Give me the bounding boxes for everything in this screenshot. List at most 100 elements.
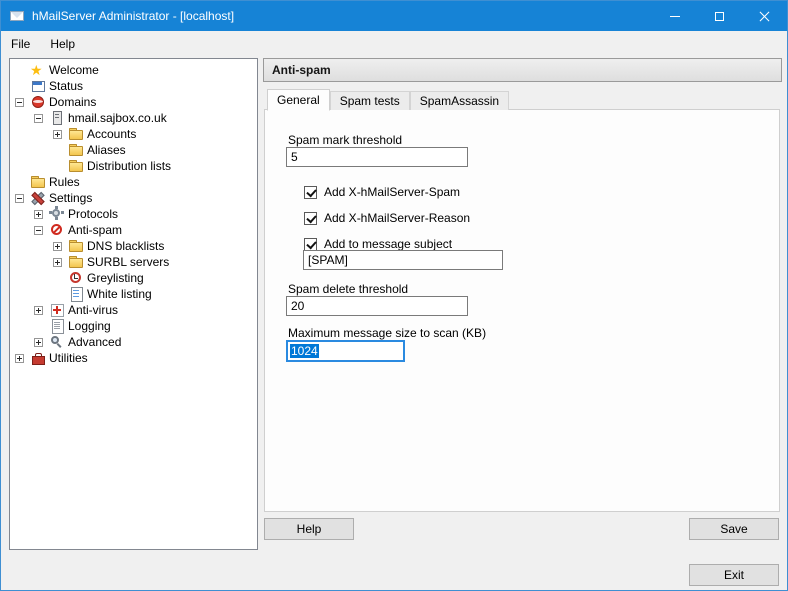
subject-text-input[interactable] (303, 250, 503, 270)
toolbox-icon (30, 350, 46, 366)
tree-expander-expand[interactable] (34, 337, 43, 347)
checkbox-checked-icon[interactable] (304, 185, 317, 199)
checkbox-label: Add X-hMailServer-Spam (324, 185, 461, 199)
sidebar-item-white-listing[interactable]: White listing (10, 286, 257, 302)
tree-expander-expand[interactable] (34, 305, 43, 315)
page-title: Anti-spam (272, 63, 331, 77)
tools-icon (30, 190, 46, 206)
window-title: hMailServer Administrator - [localhost] (32, 9, 235, 23)
magnifier-icon (49, 334, 65, 350)
sidebar-item-label: Distribution lists (87, 159, 172, 173)
minimize-icon (669, 15, 680, 17)
tab-content-panel: Spam mark threshold Add X-hMailServer-Sp… (264, 109, 780, 512)
sidebar-item-label: Advanced (68, 335, 122, 349)
tree-expander-collapse[interactable] (15, 97, 24, 107)
sidebar-item-label: Anti-virus (68, 303, 119, 317)
app-icon (9, 8, 25, 24)
tree-expander-expand[interactable] (34, 209, 43, 219)
sidebar-item-greylisting[interactable]: Greylisting (10, 270, 257, 286)
sidebar-item-aliases[interactable]: Aliases (10, 142, 257, 158)
folder-icon (68, 126, 84, 142)
maximize-button[interactable] (697, 1, 742, 31)
sidebar-item-surbl-servers[interactable]: SURBL servers (10, 254, 257, 270)
sidebar-item-label: Logging (68, 319, 111, 333)
sidebar-item-hmail-sajbox-co-uk[interactable]: hmail.sajbox.co.uk (10, 110, 257, 126)
page-header: Anti-spam (263, 58, 782, 82)
sidebar-item-rules[interactable]: Rules (10, 174, 257, 190)
tab-strip: General Spam tests SpamAssassin (267, 88, 510, 111)
menu-help[interactable]: Help (40, 33, 85, 55)
no-entry-icon (49, 222, 65, 238)
sidebar-item-label: Domains (49, 95, 97, 109)
sidebar-item-label: Status (49, 79, 84, 93)
tree-expander-collapse[interactable] (34, 225, 43, 235)
tree-expander-expand[interactable] (53, 129, 62, 139)
spam-mark-threshold-label: Spam mark threshold (288, 133, 403, 147)
close-button[interactable] (742, 1, 787, 31)
star-icon (30, 62, 46, 78)
help-button[interactable]: Help (264, 518, 354, 540)
tab-general[interactable]: General (267, 89, 330, 111)
spam-delete-threshold-input[interactable] (286, 296, 468, 316)
maximize-icon (715, 11, 724, 21)
menu-file[interactable]: File (1, 33, 40, 55)
folder-icon (30, 174, 46, 190)
checkbox-checked-icon[interactable] (304, 211, 317, 225)
tab-spamassassin[interactable]: SpamAssassin (409, 91, 510, 110)
status-icon (30, 78, 46, 94)
clock-icon (68, 270, 84, 286)
sidebar-item-protocols[interactable]: Protocols (10, 206, 257, 222)
sidebar-item-dns-blacklists[interactable]: DNS blacklists (10, 238, 257, 254)
sidebar-item-label: Rules (49, 175, 80, 189)
sidebar-item-label: SURBL servers (87, 255, 170, 269)
sidebar-item-advanced[interactable]: Advanced (10, 334, 257, 350)
tree-expander-expand[interactable] (53, 257, 62, 267)
sidebar-item-domains[interactable]: Domains (10, 94, 257, 110)
sidebar-item-distribution-lists[interactable]: Distribution lists (10, 158, 257, 174)
folder-icon (68, 254, 84, 270)
minimize-button[interactable] (652, 1, 697, 31)
sidebar-item-welcome[interactable]: Welcome (10, 62, 257, 78)
sidebar-item-status[interactable]: Status (10, 78, 257, 94)
sidebar-tree: Welcome Status Domains hmail.sajbox.co.u… (9, 58, 258, 550)
checkbox-add-x-hmailserver-reason[interactable]: Add X-hMailServer-Reason (304, 210, 470, 226)
app-window: hMailServer Administrator - [localhost] … (0, 0, 788, 591)
sidebar-item-anti-spam[interactable]: Anti-spam (10, 222, 257, 238)
checkbox-add-x-hmailserver-spam[interactable]: Add X-hMailServer-Spam (304, 184, 460, 200)
sidebar-item-label: Utilities (49, 351, 88, 365)
close-icon (759, 11, 770, 22)
sidebar-item-anti-virus[interactable]: Anti-virus (10, 302, 257, 318)
spam-mark-threshold-input[interactable] (286, 147, 468, 167)
tree-expander-collapse[interactable] (15, 193, 24, 203)
sidebar-item-label: Greylisting (87, 271, 144, 285)
sidebar-item-label: Anti-spam (68, 223, 123, 237)
sidebar-item-settings[interactable]: Settings (10, 190, 257, 206)
tree-expander-expand[interactable] (53, 241, 62, 251)
exit-button[interactable]: Exit (689, 564, 779, 586)
checkbox-checked-icon[interactable] (304, 237, 317, 251)
sidebar-item-label: Welcome (49, 63, 99, 77)
sidebar-item-accounts[interactable]: Accounts (10, 126, 257, 142)
spam-delete-threshold-label: Spam delete threshold (288, 282, 409, 296)
sidebar-item-label: DNS blacklists (87, 239, 165, 253)
tree-expander-collapse[interactable] (34, 113, 43, 123)
sidebar-item-utilities[interactable]: Utilities (10, 350, 257, 366)
tab-spam-tests[interactable]: Spam tests (329, 91, 410, 110)
max-scan-size-input[interactable]: 1024 (286, 340, 405, 362)
list-icon (68, 286, 84, 302)
tree-expander-expand[interactable] (15, 353, 24, 363)
max-scan-size-label: Maximum message size to scan (KB) (288, 326, 487, 340)
sidebar-item-label: hmail.sajbox.co.uk (68, 111, 167, 125)
checkbox-label: Add to message subject (324, 237, 453, 251)
save-button[interactable]: Save (689, 518, 779, 540)
folder-icon (68, 158, 84, 174)
sidebar-item-label: White listing (87, 287, 152, 301)
globe-icon (30, 94, 46, 110)
sidebar-item-label: Aliases (87, 143, 126, 157)
folder-icon (68, 238, 84, 254)
sidebar-item-label: Protocols (68, 207, 119, 221)
sidebar-item-label: Settings (49, 191, 93, 205)
sidebar-item-label: Accounts (87, 127, 137, 141)
sidebar-item-logging[interactable]: Logging (10, 318, 257, 334)
selected-text: 1024 (290, 344, 319, 358)
